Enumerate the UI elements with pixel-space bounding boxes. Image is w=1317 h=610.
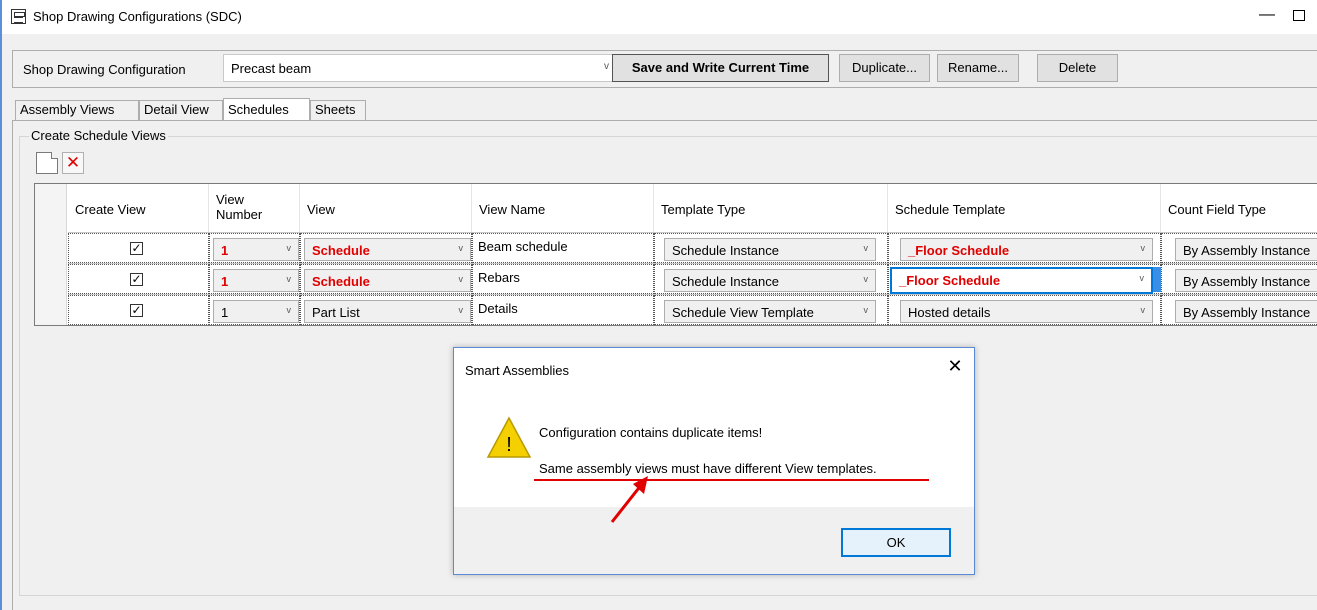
chevron-down-icon: v bbox=[863, 243, 869, 253]
view-select[interactable]: Part List v bbox=[304, 300, 471, 323]
chevron-down-icon: v bbox=[863, 274, 869, 284]
count-field-type-select[interactable]: By Assembly Instance bbox=[1175, 238, 1317, 261]
column-header-template-type[interactable]: Template Type bbox=[654, 184, 888, 232]
view-name-cell[interactable]: Details bbox=[472, 295, 654, 325]
template-type-select[interactable]: Schedule View Template v bbox=[664, 300, 876, 323]
view-number-cell: 1 v bbox=[209, 233, 300, 263]
tab-sheets[interactable]: Sheets bbox=[310, 100, 366, 120]
column-header-create-view[interactable]: Create View bbox=[68, 184, 209, 232]
new-row-icon[interactable] bbox=[36, 152, 58, 174]
template-type-select[interactable]: Schedule Instance v bbox=[664, 238, 876, 261]
red-underline-annotation bbox=[534, 479, 929, 481]
count-field-type-select[interactable]: By Assembly Instance bbox=[1175, 269, 1317, 292]
svg-text:!: ! bbox=[506, 434, 512, 456]
table-row[interactable]: ✓ 1 v Schedule v Beam schedule Schedule … bbox=[68, 232, 1317, 263]
chevron-down-icon: v bbox=[458, 305, 464, 315]
duplicate-button[interactable]: Duplicate... bbox=[839, 54, 930, 82]
window-title: Shop Drawing Configurations (SDC) bbox=[33, 9, 242, 24]
column-header-view[interactable]: View bbox=[300, 184, 472, 232]
view-name-cell[interactable]: Beam schedule bbox=[472, 233, 654, 263]
template-type-cell: Schedule View Template v bbox=[654, 295, 888, 325]
schedule-template-cell: Hosted details v bbox=[888, 295, 1161, 325]
ok-button[interactable]: OK bbox=[841, 528, 951, 557]
count-field-type-cell: By Assembly Instance bbox=[1161, 264, 1317, 294]
view-number-cell: 1 v bbox=[209, 264, 300, 294]
view-number-select[interactable]: 1 v bbox=[213, 238, 299, 261]
tab-schedules[interactable]: Schedules bbox=[223, 98, 310, 120]
count-field-type-cell: By Assembly Instance bbox=[1161, 233, 1317, 263]
create-view-checkbox[interactable]: ✓ bbox=[130, 273, 143, 286]
rename-button[interactable]: Rename... bbox=[937, 54, 1019, 82]
red-arrow-annotation bbox=[610, 476, 648, 523]
chevron-down-icon: v bbox=[1139, 273, 1145, 283]
create-view-cell: ✓ bbox=[68, 233, 209, 263]
chevron-down-icon: v bbox=[1140, 305, 1146, 315]
save-button[interactable]: Save and Write Current Time bbox=[612, 54, 829, 82]
warning-icon: ! bbox=[486, 416, 532, 458]
table-row[interactable]: ✓ 1 v Schedule v Rebars Schedule Instanc… bbox=[68, 263, 1317, 294]
column-header-schedule-template[interactable]: Schedule Template bbox=[888, 184, 1161, 232]
view-number-cell: 1 v bbox=[209, 295, 300, 325]
view-cell: Schedule v bbox=[300, 233, 472, 263]
chevron-down-icon: v bbox=[286, 274, 292, 284]
minimize-button[interactable]: — bbox=[1256, 5, 1278, 27]
close-icon[interactable]: ✕ bbox=[945, 357, 965, 377]
template-type-cell: Schedule Instance v bbox=[654, 233, 888, 263]
chevron-down-icon: v bbox=[863, 305, 869, 315]
schedule-template-select[interactable]: Hosted details v bbox=[900, 300, 1153, 323]
chevron-down-icon: v bbox=[1140, 243, 1146, 253]
chevron-down-icon: v bbox=[604, 61, 609, 72]
create-view-cell: ✓ bbox=[68, 295, 209, 325]
config-bar: Shop Drawing Configuration Precast beam … bbox=[12, 50, 1317, 88]
dialog-title: Smart Assemblies bbox=[465, 363, 570, 378]
row-header-column bbox=[35, 184, 67, 325]
schedule-template-select[interactable]: _Floor Schedule v bbox=[900, 238, 1153, 261]
config-select-value: Precast beam bbox=[231, 61, 312, 76]
dialog-message-line-2: Same assembly views must have different … bbox=[539, 461, 877, 476]
template-type-select[interactable]: Schedule Instance v bbox=[664, 269, 876, 292]
schedule-views-grid: Create View View Number View View Name Te… bbox=[34, 183, 1317, 326]
view-select[interactable]: Schedule v bbox=[304, 238, 471, 261]
view-cell: Schedule v bbox=[300, 264, 472, 294]
column-header-view-name[interactable]: View Name bbox=[472, 184, 654, 232]
chevron-down-icon: v bbox=[286, 243, 292, 253]
sdc-window: Shop Drawing Configurations (SDC) — Shop… bbox=[0, 0, 1317, 610]
tab-detail-view[interactable]: Detail View bbox=[139, 100, 223, 120]
template-type-cell: Schedule Instance v bbox=[654, 264, 888, 294]
count-field-type-select[interactable]: By Assembly Instance bbox=[1175, 300, 1317, 323]
create-view-cell: ✓ bbox=[68, 264, 209, 294]
view-number-select[interactable]: 1 v bbox=[213, 300, 299, 323]
chevron-down-icon: v bbox=[286, 305, 292, 315]
delete-button[interactable]: Delete bbox=[1037, 54, 1118, 82]
tab-assembly-views[interactable]: Assembly Views bbox=[15, 100, 139, 120]
create-view-checkbox[interactable]: ✓ bbox=[130, 242, 143, 255]
config-select[interactable]: Precast beam v bbox=[223, 54, 619, 82]
column-header-count-field-type[interactable]: Count Field Type bbox=[1161, 184, 1317, 232]
schedule-template-cell: _Floor Schedule v bbox=[888, 233, 1161, 263]
column-header-view-number[interactable]: View Number bbox=[209, 184, 300, 232]
maximize-button[interactable] bbox=[1293, 10, 1305, 21]
view-cell: Part List v bbox=[300, 295, 472, 325]
delete-row-icon[interactable]: ✕ bbox=[62, 152, 84, 174]
create-view-checkbox[interactable]: ✓ bbox=[130, 304, 143, 317]
group-label: Create Schedule Views bbox=[29, 128, 168, 143]
resize-handle[interactable] bbox=[1153, 267, 1161, 292]
view-name-cell[interactable]: Rebars bbox=[472, 264, 654, 294]
schedule-template-select-focused[interactable]: _Floor Schedule v bbox=[890, 267, 1153, 294]
view-number-select[interactable]: 1 v bbox=[213, 269, 299, 292]
chevron-down-icon: v bbox=[458, 243, 464, 253]
title-bar[interactable]: Shop Drawing Configurations (SDC) — bbox=[0, 0, 1317, 34]
smart-assemblies-dialog: Smart Assemblies ✕ ! Configuration conta… bbox=[453, 347, 975, 575]
schedule-template-cell: _Floor Schedule v bbox=[888, 264, 1161, 294]
app-icon bbox=[11, 9, 26, 24]
table-row[interactable]: ✓ 1 v Part List v Details Schedule View … bbox=[68, 294, 1317, 325]
chevron-down-icon: v bbox=[458, 274, 464, 284]
count-field-type-cell: By Assembly Instance bbox=[1161, 295, 1317, 325]
window-border bbox=[0, 0, 2, 610]
config-label: Shop Drawing Configuration bbox=[23, 62, 186, 77]
dialog-message-line-1: Configuration contains duplicate items! bbox=[539, 425, 763, 440]
view-select[interactable]: Schedule v bbox=[304, 269, 471, 292]
